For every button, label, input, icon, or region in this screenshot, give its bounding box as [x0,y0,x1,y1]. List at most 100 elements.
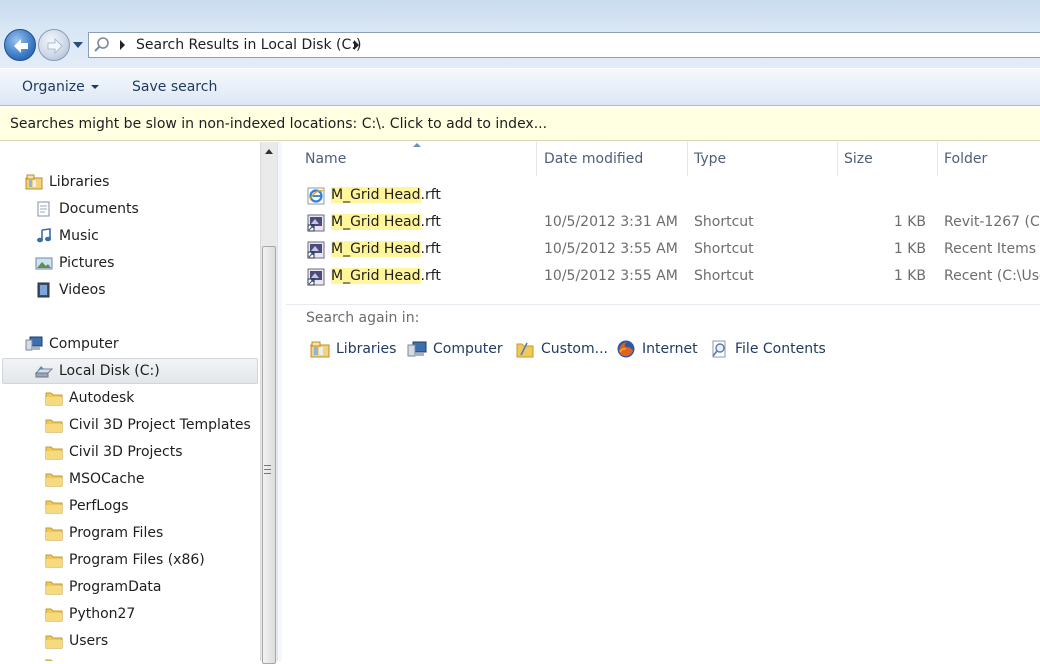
file-date-modified: 10/5/2012 3:55 AM [544,241,678,257]
search-icon [94,37,109,52]
computer-icon [407,341,427,357]
command-bar: Organize Save search [0,68,1040,106]
nav-item-label: Python27 [69,606,136,622]
folder-icon [45,527,63,541]
pictures-library-icon [35,257,53,270]
organize-button[interactable]: Organize [22,79,99,95]
nav-item-label: Videos [59,282,106,298]
nav-item-label: Computer [49,336,119,352]
scroll-up-arrow-icon[interactable] [265,149,273,154]
file-folder: Revit-1267 (C:\ [944,214,1040,230]
custom-folder-icon [516,342,534,358]
navigation-pane: Libraries Documents Music Pictures Video… [0,142,260,661]
nav-item-label: Music [59,228,99,244]
file-extension: .rft [420,187,441,203]
chevron-down-icon [90,85,99,89]
computer-icon [25,336,43,351]
column-header-type[interactable]: Type [687,142,837,176]
search-match-highlight: M_Grid Head [331,187,421,203]
documents-library-icon [37,201,50,217]
libraries-icon [25,174,43,190]
file-extension: .rft [420,241,441,257]
search-match-highlight: M_Grid Head [331,268,421,284]
folder-icon [45,659,53,661]
nav-item-label: PerfLogs [69,498,129,514]
results-pane: Name Date modified Type Size Folder M_Gr… [282,142,1040,661]
file-type: Shortcut [694,241,754,257]
nav-item-label: Civil 3D Project Templates [69,417,251,433]
search-again-label: Search again in: [306,310,420,326]
file-extension: .rft [420,268,441,284]
file-size: 1 KB [893,214,926,230]
search-again-option-label: Custom... [541,341,608,357]
column-header-size[interactable]: Size [837,142,937,176]
file-type: Shortcut [694,214,754,230]
recent-pages-dropdown-icon[interactable] [72,40,84,50]
result-row[interactable]: M_Grid Head.rft 10/5/2012 3:55 AM Shortc… [282,264,1040,291]
column-header-label: Type [694,151,727,167]
result-row[interactable]: M_Grid Head.rft 10/5/2012 3:31 AM Shortc… [282,210,1040,237]
column-header-folder[interactable]: Folder [937,142,1040,176]
music-library-icon [37,228,51,243]
nav-item-label: MSOCache [69,471,145,487]
rft-shortcut-icon [307,214,325,232]
index-infobar[interactable]: Searches might be slow in non-indexed lo… [0,107,1040,141]
organize-label: Organize [22,79,85,95]
nav-item-label: ProgramData [69,579,162,595]
column-header-label: Date modified [544,151,644,167]
file-folder: Recent Items ( [944,241,1040,257]
nav-item-label: Program Files [69,525,164,541]
search-again-option-label: File Contents [735,341,826,357]
local-disk-icon [35,366,53,378]
column-header-name[interactable]: Name [298,142,536,176]
breadcrumb-chevron-icon[interactable] [354,40,359,50]
file-size: 1 KB [893,268,926,284]
folder-icon [45,581,63,595]
file-size: 1 KB [893,241,926,257]
breadcrumb-chevron-icon[interactable] [120,40,125,50]
scrollbar-thumb[interactable] [262,246,276,664]
folder-icon [45,446,63,460]
rft-shortcut-icon [307,241,325,259]
file-type: Shortcut [694,268,754,284]
nav-item-label: Autodesk [69,390,135,406]
breadcrumb[interactable]: Search Results in Local Disk (C:) [136,37,361,53]
folder-icon [45,419,63,433]
folder-icon [45,554,63,568]
nav-item-label: Local Disk (C:) [59,363,160,379]
save-search-button[interactable]: Save search [132,79,217,95]
rft-shortcut-icon [307,268,325,286]
search-match-highlight: M_Grid Head [331,214,421,230]
column-header-label: Folder [944,151,988,167]
forward-button[interactable] [38,29,70,61]
search-match-highlight: M_Grid Head [331,241,421,257]
sort-ascending-icon [413,143,421,147]
back-button[interactable] [4,29,36,61]
file-contents-search-icon [712,340,726,358]
search-again-option-label: Internet [642,341,698,357]
nav-pane-scrollbar[interactable] [260,142,277,664]
nav-item-label: Documents [59,201,139,217]
column-header-label: Size [844,151,873,167]
folder-icon [45,473,63,487]
folder-icon [45,500,63,514]
nav-item-label: Program Files (x86) [69,552,205,568]
folder-icon [45,392,63,406]
nav-item-label: Libraries [49,174,110,190]
videos-library-icon [37,282,50,298]
file-date-modified: 10/5/2012 3:31 AM [544,214,678,230]
ie-icon [307,187,325,205]
file-extension: .rft [420,214,441,230]
file-date-modified: 10/5/2012 3:55 AM [544,268,678,284]
file-name: M_Grid Head.rft [331,187,441,203]
column-header-date-modified[interactable]: Date modified [537,142,687,176]
result-row[interactable]: M_Grid Head.rft 10/5/2012 3:55 AM Shortc… [282,237,1040,264]
result-row[interactable]: M_Grid Head.rft [282,183,1040,210]
nav-item-label: Pictures [59,255,115,271]
address-box[interactable]: Search Results in Local Disk (C:) [88,32,1040,58]
libraries-icon [310,341,330,358]
file-name: M_Grid Head.rft [331,241,441,257]
search-again-option-label: Libraries [336,341,397,357]
nav-item-label: Users [69,633,109,649]
column-header-label: Name [305,151,347,167]
